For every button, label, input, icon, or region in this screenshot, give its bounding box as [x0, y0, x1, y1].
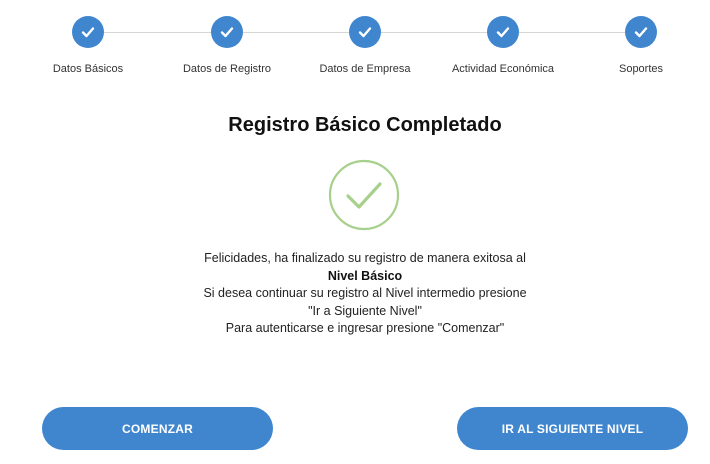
step-label: Soportes: [618, 63, 664, 75]
step-label: Datos de Registro: [182, 63, 272, 75]
message-line: Si desea continuar su registro al Nivel …: [203, 286, 527, 301]
progress-stepper: Datos Básicos Datos de Registro Datos de…: [0, 16, 710, 86]
next-level-button[interactable]: IR AL SIGUIENTE NIVEL: [457, 407, 688, 450]
check-icon: [496, 27, 510, 38]
step-soportes[interactable]: Soportes: [571, 16, 710, 75]
step-completed-badge: [72, 16, 104, 48]
step-label: Datos Básicos: [52, 63, 124, 75]
check-icon: [634, 27, 648, 38]
message-line: "Ir a Siguiente Nivel": [308, 303, 422, 318]
step-completed-badge: [349, 16, 381, 48]
check-circle-icon: [328, 159, 400, 231]
step-completed-badge: [625, 16, 657, 48]
check-icon: [220, 27, 234, 38]
step-completed-badge: [211, 16, 243, 48]
step-datos-de-registro[interactable]: Datos de Registro: [157, 16, 297, 75]
registration-complete-page: Datos Básicos Datos de Registro Datos de…: [0, 0, 710, 464]
step-datos-de-empresa[interactable]: Datos de Empresa: [295, 16, 435, 75]
message-line: Para autenticarse e ingresar presione "C…: [225, 321, 505, 336]
step-actividad-economica[interactable]: Actividad Económica: [433, 16, 573, 75]
page-title: Registro Básico Completado: [228, 114, 502, 136]
step-datos-basicos[interactable]: Datos Básicos: [18, 16, 158, 75]
step-label: Actividad Económica: [451, 63, 555, 75]
message-line: Felicidades, ha finalizado su registro d…: [204, 251, 526, 265]
check-icon: [358, 27, 372, 38]
level-name: Nivel Básico: [327, 268, 403, 283]
completion-message: Felicidades, ha finalizado su registro d…: [0, 250, 710, 338]
check-icon: [81, 27, 95, 38]
step-completed-badge: [487, 16, 519, 48]
start-button[interactable]: COMENZAR: [42, 407, 273, 450]
step-label: Datos de Empresa: [319, 63, 411, 75]
